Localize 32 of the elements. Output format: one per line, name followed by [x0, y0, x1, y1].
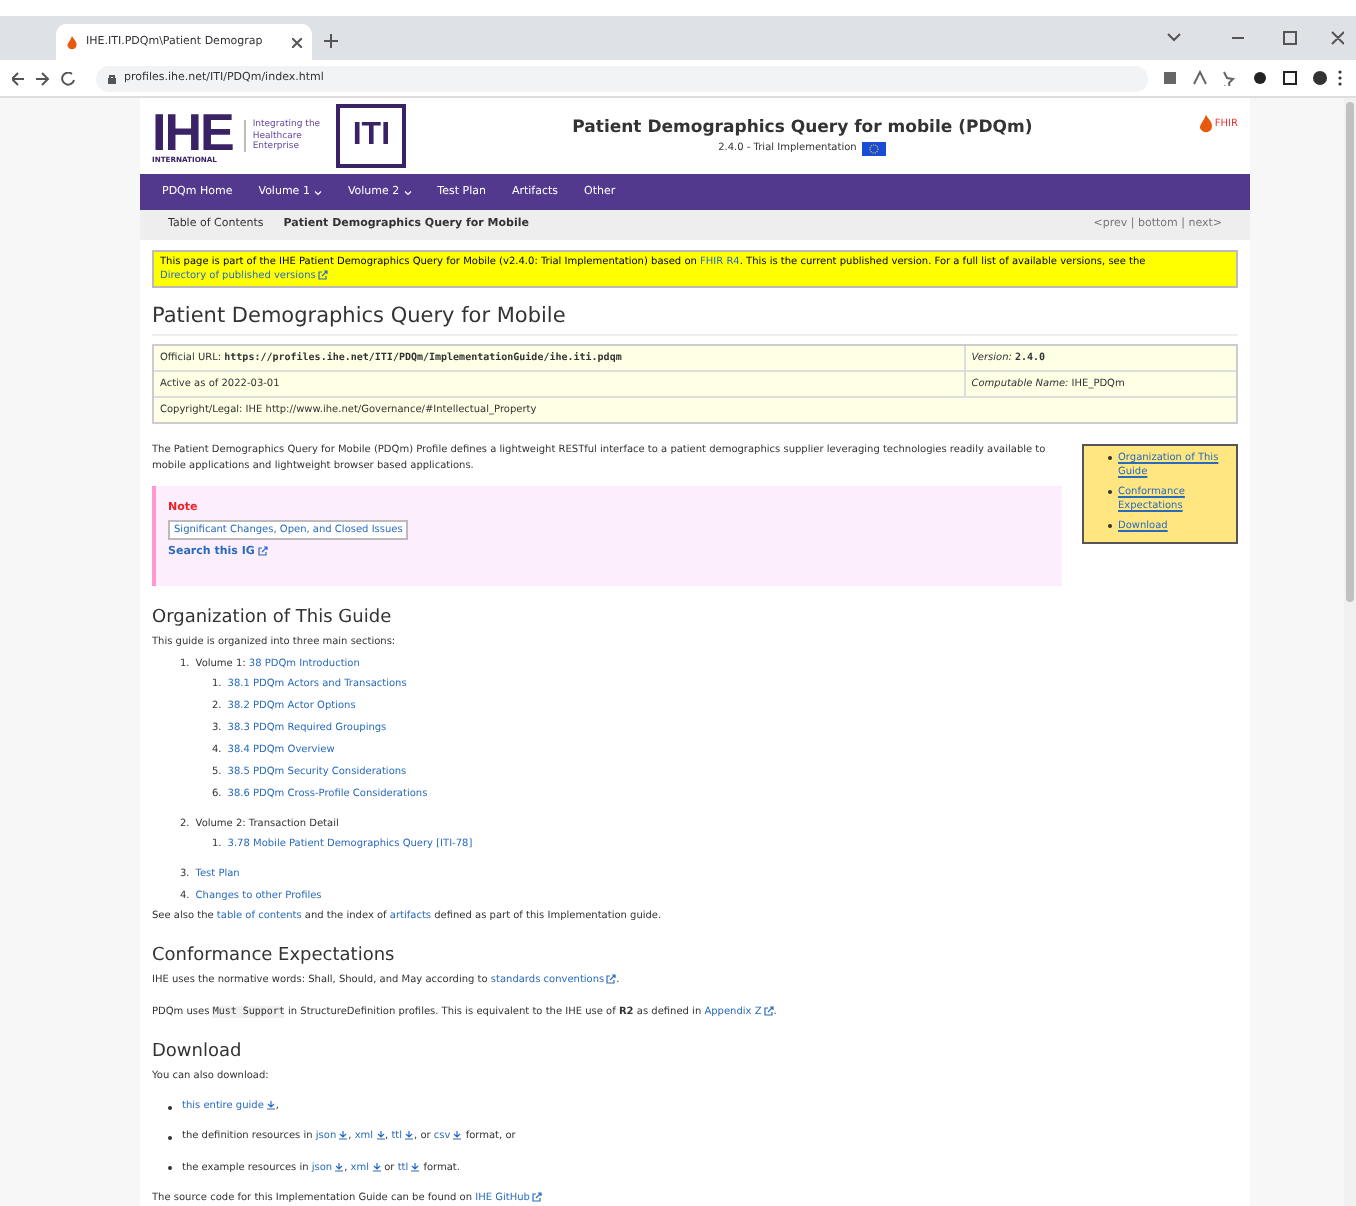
download-icon	[371, 1161, 382, 1172]
download-icon	[334, 1161, 345, 1172]
flag-icon	[862, 141, 887, 156]
scrollbar-thumb[interactable]	[1346, 102, 1354, 602]
new-tab-icon[interactable]	[324, 34, 338, 48]
external-link-icon	[531, 1191, 542, 1202]
section-heading: Organization of This Guide	[152, 607, 394, 628]
caret-icon	[403, 189, 412, 196]
download-icon	[338, 1130, 349, 1141]
section-heading: Conformance Expectations	[152, 946, 397, 967]
section-heading: Download	[152, 1041, 244, 1062]
external-link-icon	[317, 269, 328, 280]
download-icon	[265, 1100, 276, 1111]
logo-text: IHE	[152, 108, 233, 157]
guide-title: Patient Demographics Query for mobile (PDQm)	[572, 117, 1033, 138]
lock-icon	[108, 73, 116, 83]
download-icon	[410, 1161, 421, 1172]
external-link-icon	[763, 1005, 774, 1016]
window-controls-icon[interactable]	[1164, 30, 1344, 46]
browser-toolbar-icon[interactable]	[1164, 70, 1344, 86]
download-icon	[404, 1130, 415, 1141]
flame-icon	[66, 35, 78, 49]
external-link-icon	[606, 974, 617, 985]
flame-icon	[1198, 114, 1215, 134]
download-icon	[375, 1130, 386, 1141]
close-icon[interactable]	[292, 37, 302, 47]
page-heading: Patient Demographics Query for Mobile	[152, 304, 1238, 337]
navigation-icon[interactable]	[12, 71, 80, 85]
external-link-icon	[258, 546, 269, 557]
caret-icon	[313, 189, 322, 196]
domain-logo: ITI	[336, 104, 407, 169]
download-icon	[452, 1130, 463, 1141]
